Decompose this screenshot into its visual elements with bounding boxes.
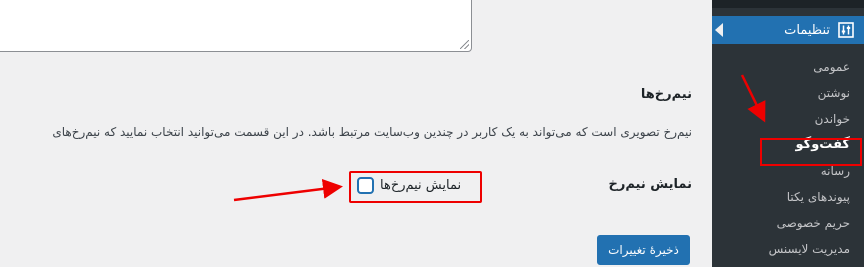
settings-main-panel: نیم‌رخ‌ها نیم‌رخ تصویری است که می‌تواند … <box>0 0 712 267</box>
resize-handle-icon[interactable] <box>460 40 469 49</box>
submenu-item-general[interactable]: عمومی <box>712 54 864 80</box>
settings-sliders-icon <box>838 22 854 38</box>
submenu-item-permalinks[interactable]: پیوندهای یکتا <box>712 184 864 210</box>
annotation-highlight-box-sidebar <box>760 138 862 166</box>
textarea-field[interactable] <box>0 0 472 52</box>
annotation-highlight-box <box>349 171 482 203</box>
submenu-item-writing[interactable]: نوشتن <box>712 80 864 106</box>
submenu-item-license[interactable]: مدیریت لایسنس <box>712 236 864 262</box>
submenu-item-reading[interactable]: خواندن <box>712 106 864 132</box>
admin-sidebar: ■ تنظیمات عمومی نوشتن خواندن گفت‌وگو رسا… <box>712 0 864 267</box>
sidebar-top-item[interactable]: ■ <box>712 0 864 8</box>
sidebar-settings-label: تنظیمات <box>784 22 830 38</box>
submenu-item-privacy[interactable]: حریم خصوصی <box>712 210 864 236</box>
current-menu-arrow-icon <box>715 23 723 37</box>
sidebar-item-settings[interactable]: تنظیمات <box>712 16 864 44</box>
avatars-section-description: نیم‌رخ تصویری است که می‌تواند به یک کارب… <box>52 125 692 139</box>
save-changes-button[interactable]: ذخیرهٔ تغییرات <box>597 235 690 265</box>
avatars-section-title: نیم‌رخ‌ها <box>640 87 692 102</box>
show-avatars-field-label: نمایش نیم‌رخ <box>608 177 693 192</box>
